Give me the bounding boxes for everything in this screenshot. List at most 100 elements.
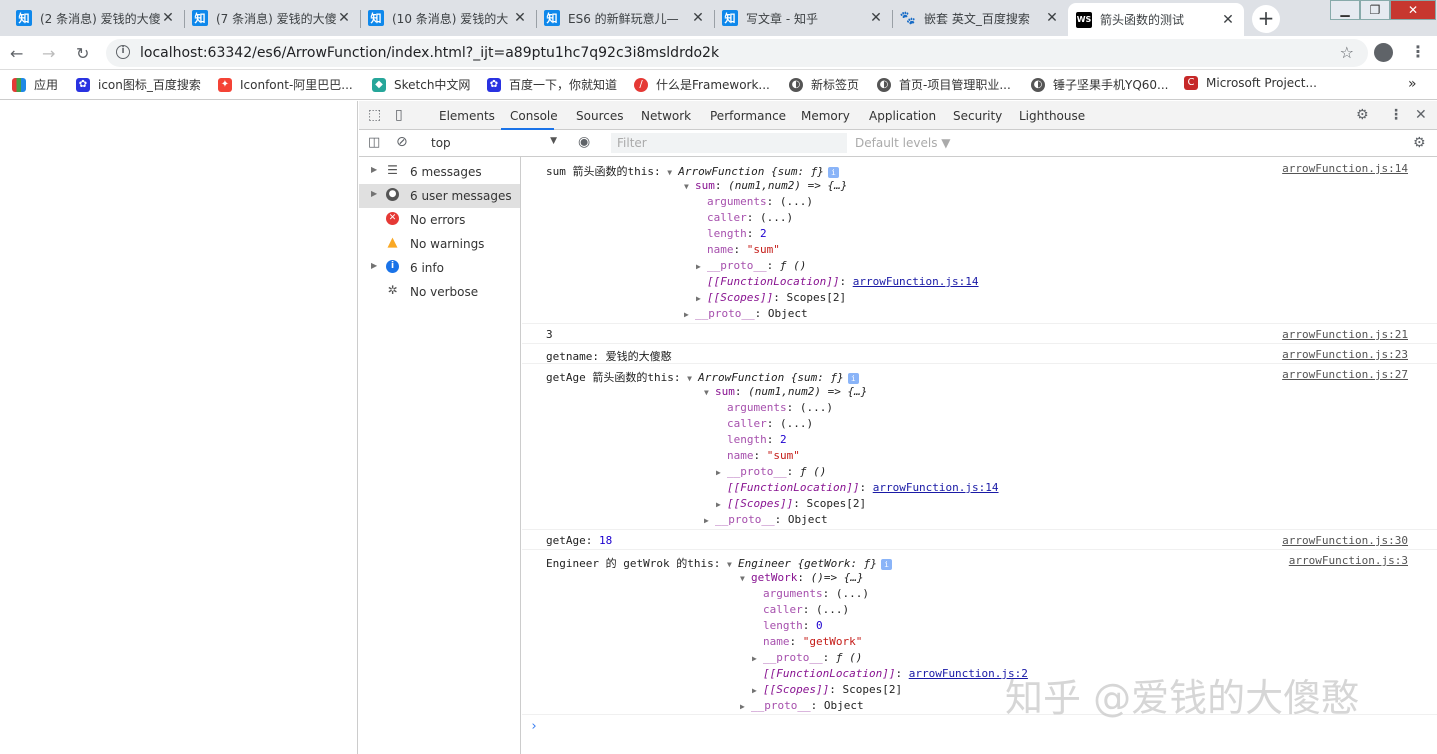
expand-triangle-icon[interactable]: ▶ [740,702,751,711]
bookmark-item[interactable]: ◐ 锤子坚果手机YQ60... [1031,76,1169,93]
close-tab-icon[interactable]: ✕ [512,10,528,26]
sidebar-item-warnings[interactable]: ▲ No warnings [359,232,520,256]
source-link[interactable]: arrowFunction.js:14 [1282,162,1408,175]
tab-memory[interactable]: Memory [801,109,850,123]
close-icon[interactable]: ✕ [1415,107,1427,123]
bookmark-item[interactable]: ✦ Iconfont-阿里巴巴... [218,76,353,93]
source-link[interactable]: arrowFunction.js:3 [1289,554,1408,567]
maximize-icon[interactable]: ❐ [1360,0,1390,20]
close-tab-icon[interactable]: ✕ [1044,10,1060,26]
tab-network[interactable]: Network [641,109,691,123]
inspect-element-icon[interactable]: ⬚ [368,107,381,123]
expand-triangle-icon[interactable]: ▼ [667,168,678,177]
browser-tab[interactable]: 知 (7 条消息) 爱钱的大傻 ✕ [184,3,360,33]
expand-triangle-icon[interactable]: ▶ [371,189,377,198]
bookmark-item[interactable]: ✿ icon图标_百度搜索 [76,76,201,93]
sidebar-item-verbose[interactable]: ✲ No verbose [359,280,520,304]
expand-triangle-icon[interactable]: ▶ [696,262,707,271]
minimize-icon[interactable]: ▁ [1330,0,1360,20]
bookmark-apps[interactable]: 应用 [12,76,58,93]
bookmark-item[interactable]: ◆ Sketch中文网 [372,76,470,93]
console-prompt-icon[interactable]: › [530,719,538,734]
sidebar-item-info[interactable]: ▶ i 6 info [359,256,520,280]
tab-sources[interactable]: Sources [576,109,623,123]
device-toolbar-icon[interactable]: ▯ [395,107,403,123]
function-location-link[interactable]: arrowFunction.js:14 [873,481,999,494]
expand-triangle-icon[interactable]: ▶ [371,261,377,270]
expand-triangle-icon[interactable]: ▶ [716,500,727,509]
browser-menu-icon[interactable]: ⋮ [1410,42,1426,61]
source-link[interactable]: arrowFunction.js:30 [1282,534,1408,547]
browser-tab[interactable]: 知 ES6 的新鲜玩意儿— ✕ [536,3,714,33]
eye-icon[interactable]: ◉ [578,134,590,150]
context-selector[interactable]: top ▼ [425,133,561,153]
tab-lighthouse[interactable]: Lighthouse [1019,109,1085,123]
close-tab-icon[interactable]: ✕ [690,10,706,26]
expand-triangle-icon[interactable]: ▶ [696,294,707,303]
function-location-link[interactable]: arrowFunction.js:14 [853,275,979,288]
forward-arrow-icon[interactable]: → [42,44,55,63]
tab-application[interactable]: Application [869,109,936,123]
expand-triangle-icon[interactable]: ▶ [752,654,763,663]
url-text[interactable]: localhost:63342/es6/ArrowFunction/index.… [140,45,719,61]
tab-performance[interactable]: Performance [710,109,786,123]
new-tab-button[interactable]: + [1252,5,1280,33]
profile-avatar-icon[interactable] [1374,43,1393,62]
omnibox[interactable]: i localhost:63342/es6/ArrowFunction/inde… [106,39,1368,67]
source-link[interactable]: arrowFunction.js:21 [1282,328,1408,341]
sidebar-toggle-icon[interactable]: ◫ [368,135,380,150]
log-levels-dropdown[interactable]: Default levels ▼ [855,136,951,150]
bookmark-star-icon[interactable]: ☆ [1340,43,1354,62]
close-tab-icon[interactable]: ✕ [336,10,352,26]
tab-elements[interactable]: Elements [439,109,495,123]
tab-title: 嵌套 英文_百度搜索 [924,11,1030,26]
source-link[interactable]: arrowFunction.js:27 [1282,368,1408,381]
site-info-icon[interactable]: i [116,45,130,59]
bookmark-item[interactable]: ◐ 首页-项目管理职业... [877,76,1011,93]
bookmark-item[interactable]: ✿ 百度一下，你就知道 [487,76,617,93]
expand-triangle-icon[interactable]: ▶ [704,516,715,525]
browser-tab-active[interactable]: WS 箭头函数的测试 ✕ [1068,3,1244,36]
tab-security[interactable]: Security [953,109,1002,123]
close-tab-icon[interactable]: ✕ [868,10,884,26]
filter-input[interactable]: Filter [611,133,847,153]
back-arrow-icon[interactable]: ← [10,44,23,63]
sidebar-item-errors[interactable]: ✕ No errors [359,208,520,232]
browser-tab[interactable]: 🐾 嵌套 英文_百度搜索 ✕ [892,3,1068,33]
clear-console-icon[interactable]: ⊘ [396,134,408,150]
expand-triangle-icon[interactable]: ▶ [684,310,695,319]
expand-triangle-icon[interactable]: ▼ [740,574,751,583]
expand-triangle-icon[interactable]: ▶ [371,165,377,174]
console-output: arrowFunction.js:14 sum 箭头函数的this: ▼ Arro… [522,157,1437,754]
apps-grid-icon [12,77,26,92]
tab-console[interactable]: Console [510,109,558,123]
more-options-icon[interactable]: ⋮ [1389,107,1403,123]
expand-triangle-icon[interactable]: ▶ [752,686,763,695]
sidebar-item-messages[interactable]: ▶ ☰ 6 messages [359,160,520,184]
close-tab-icon[interactable]: ✕ [1220,12,1236,28]
bookmark-item[interactable]: C Microsoft Project... [1184,76,1317,90]
close-window-icon[interactable]: ✕ [1390,0,1436,20]
info-badge-icon: i [827,166,839,178]
browser-tab[interactable]: 知 (2 条消息) 爱钱的大傻 ✕ [8,3,184,33]
console-settings-gear-icon[interactable]: ⚙ [1413,135,1426,151]
microsoft-project-icon: C [1184,76,1198,90]
console-message: arrowFunction.js:23 getname: 爱钱的大傻憨 [522,344,1437,364]
gear-icon[interactable]: ⚙ [1356,107,1369,123]
more-bookmarks-icon[interactable]: » [1408,76,1417,92]
close-tab-icon[interactable]: ✕ [160,10,176,26]
expand-triangle-icon[interactable]: ▼ [687,374,698,383]
error-icon: ✕ [386,212,399,225]
expand-triangle-icon[interactable]: ▶ [716,468,727,477]
expand-triangle-icon[interactable]: ▼ [684,182,695,191]
bookmark-item[interactable]: ◐ 新标签页 [789,76,859,93]
iconfont-icon: ✦ [218,77,232,92]
sidebar-item-user-messages[interactable]: ▶ ● 6 user messages [359,184,520,208]
reload-icon[interactable]: ↻ [76,44,89,63]
bookmark-item[interactable]: / 什么是Framework... [634,76,770,93]
browser-tab[interactable]: 知 (10 条消息) 爱钱的大 ✕ [360,3,536,33]
expand-triangle-icon[interactable]: ▼ [727,560,738,569]
browser-tab[interactable]: 知写文章 - 知乎 ✕ [714,3,892,33]
source-link[interactable]: arrowFunction.js:23 [1282,348,1408,361]
expand-triangle-icon[interactable]: ▼ [704,388,715,397]
